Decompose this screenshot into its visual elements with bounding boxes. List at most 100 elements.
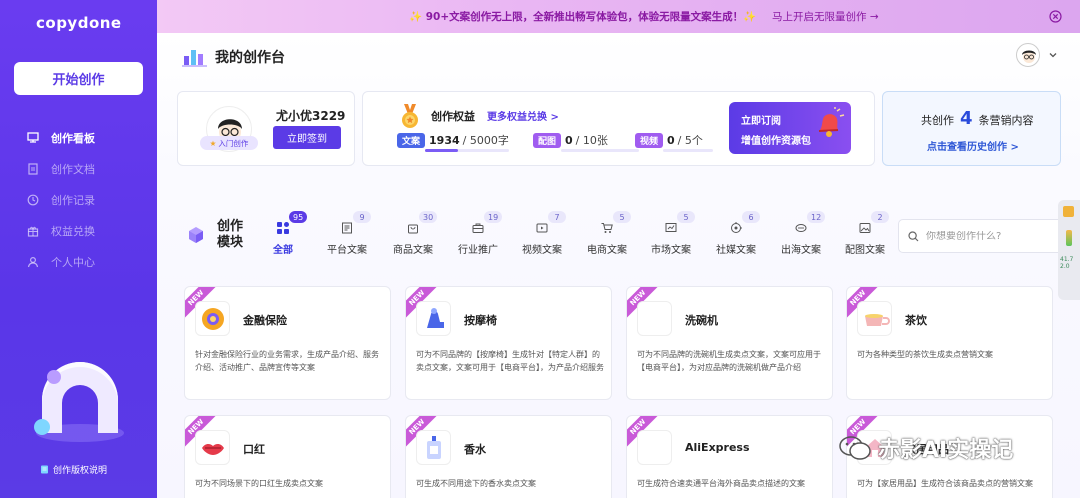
close-icon[interactable] (1049, 10, 1062, 23)
tab-label: 商品文案 (393, 245, 433, 256)
quota-image: 配图 0 / 10张 (533, 132, 639, 152)
history-summary: 共创作 4 条营销内容 (921, 108, 1034, 129)
template-card[interactable]: NEW 茶饮 可为各种类型的茶饮生成卖点营销文案 (846, 286, 1053, 400)
doc-icon (342, 222, 352, 234)
arch-illustration (34, 362, 124, 442)
subscribe-promo-button[interactable]: 立即订阅 增值创作资源包 (729, 102, 851, 154)
tab-label: 出海文案 (781, 245, 821, 256)
floating-monitor-widget[interactable]: 41.7 2.0 (1058, 200, 1080, 300)
history-prefix: 共创作 (921, 114, 954, 127)
quota-bar (663, 149, 713, 152)
avatar[interactable] (1016, 43, 1040, 67)
tab-label: 社媒文案 (716, 245, 756, 256)
card-title: 香水 (464, 443, 486, 456)
chevron-down-icon[interactable] (1048, 50, 1058, 60)
medal-icon (402, 104, 418, 128)
sidebar-item-dashboard[interactable]: 创作看板 (26, 122, 95, 153)
tab-count: 12 (807, 211, 826, 223)
tab-ecommerce[interactable]: 电商文案 5 (587, 211, 647, 261)
quota-bar (425, 149, 509, 152)
tab-count: 95 (289, 211, 308, 223)
tab-label: 全部 (273, 245, 293, 256)
tab-label: 电商文案 (587, 245, 627, 256)
copyright-link[interactable]: 创作版权说明 (40, 463, 107, 476)
sidebar-item-label: 个人中心 (51, 255, 95, 269)
module-title: 创作模块 (217, 219, 244, 250)
main-content: 我的创作台 ★ 入门创作 尤小优3229 立即签到 创作权益 更多权益兑换 > (157, 33, 1080, 498)
rights-card: 创作权益 更多权益兑换 > 文案 1934 / 5000字 配图 0 / 10张… (362, 91, 875, 166)
rights-more-link[interactable]: 更多权益兑换 > (487, 108, 559, 123)
sidebar-item-label: 权益兑换 (51, 224, 95, 238)
template-card[interactable]: NEW 洗碗机 可为不同品牌的洗碗机生成卖点文案，文案可应用于【电商平台】，为对… (626, 286, 833, 400)
quota-total: / 5000字 (462, 134, 509, 147)
start-create-button[interactable]: 开始创作 (14, 62, 143, 95)
tab-market[interactable]: 市场文案 5 (651, 211, 711, 261)
briefcase-icon (472, 223, 484, 233)
level-badge: ★ 入门创作 (200, 136, 258, 150)
watermark-text: 赤影AI实操记 (878, 438, 1014, 463)
sidebar-item-profile[interactable]: 个人中心 (26, 246, 95, 277)
level-badge-label: 入门创作 (218, 138, 249, 148)
tab-platform[interactable]: 平台文案 9 (327, 211, 387, 261)
tab-image[interactable]: 配图文案 2 (845, 211, 905, 261)
shield-icon (1063, 206, 1074, 217)
card-title: 金融保险 (243, 314, 287, 327)
template-card[interactable]: NEW AliExpress 可生成符合速卖通平台海外商品卖点描述的文案 (626, 415, 833, 498)
search-icon (908, 230, 919, 241)
quota-fill (425, 149, 458, 152)
user-menu[interactable] (1016, 43, 1058, 67)
quota-video: 视频 0 / 5个 (635, 132, 713, 152)
meter-icon (1066, 230, 1072, 246)
tab-product[interactable]: 商品文案 30 (393, 211, 453, 261)
tab-all[interactable]: 全部 95 (257, 211, 308, 261)
tab-overseas[interactable]: 出海文案 12 (781, 211, 841, 261)
aliexpress-icon (637, 430, 672, 465)
cube-icon (189, 227, 203, 243)
tab-industry[interactable]: 行业推广 19 (458, 211, 518, 261)
tab-label: 平台文案 (327, 245, 367, 256)
quota-used: 1934 (429, 133, 460, 147)
template-card[interactable]: NEW 金融保险 针对金融保险行业的业务需求，生成产品介绍、服务介绍、活动推广、… (184, 286, 391, 400)
tab-label: 配图文案 (845, 245, 885, 256)
finance-icon (195, 301, 230, 336)
page-header: 我的创作台 (181, 46, 285, 68)
user-card: ★ 入门创作 尤小优3229 立即签到 (177, 91, 355, 166)
history-card: 共创作 4 条营销内容 点击查看历史创作 > (882, 91, 1061, 166)
tab-count: 5 (613, 211, 631, 223)
sidebar-item-records[interactable]: 创作记录 (26, 184, 95, 215)
card-desc: 可生成符合速卖通平台海外商品卖点描述的文案 (637, 479, 805, 488)
chart-icon (665, 223, 677, 232)
tab-label: 市场文案 (651, 245, 691, 256)
tab-video[interactable]: 视频文案 7 (522, 211, 582, 261)
card-desc: 可生成不同用途下的香水卖点文案 (416, 479, 536, 488)
card-title: 茶饮 (905, 314, 927, 327)
tea-icon (857, 301, 892, 336)
template-card[interactable]: NEW 口红 可为不同场景下的口红生成卖点文案 (184, 415, 391, 498)
card-desc: 可为【家居用品】生成符合该商品卖点的营销文案 (857, 479, 1033, 488)
tab-social[interactable]: 社媒文案 6 (716, 211, 776, 261)
promo-banner: ✨ 90+文案创作无上限，全新推出畅写体验包，体验无限量文案生成！✨ 马上开启无… (157, 0, 1080, 33)
signin-button[interactable]: 立即签到 (273, 126, 341, 149)
tab-count: 30 (419, 211, 438, 223)
search-input[interactable] (926, 230, 1056, 242)
template-card[interactable]: NEW 香水 可生成不同用途下的香水卖点文案 (405, 415, 612, 498)
quota-total: / 10张 (575, 134, 608, 147)
wechat-icon (839, 436, 871, 460)
sidebar-item-rights[interactable]: 权益兑换 (26, 215, 95, 246)
copyright-doc-icon (40, 465, 49, 474)
promo-line2: 增值创作资源包 (741, 136, 811, 147)
dishwasher-icon (637, 301, 672, 336)
template-card[interactable]: NEW 按摩椅 可为不同品牌的【按摩椅】生成针对【特定人群】的卖点文案，文案可用… (405, 286, 612, 400)
search-box (898, 219, 1078, 253)
history-link[interactable]: 点击查看历史创作 > (927, 138, 1019, 153)
sidebar-item-label: 创作记录 (51, 193, 95, 207)
logo[interactable]: copydone (36, 14, 122, 32)
history-count: 4 (960, 108, 973, 129)
banner-link[interactable]: 马上开启无限量创作 → (772, 9, 879, 24)
quota-tag: 视频 (635, 132, 664, 148)
document-icon (26, 162, 39, 175)
username: 尤小优3229 (276, 109, 346, 123)
page-title: 我的创作台 (215, 50, 285, 66)
tab-label: 行业推广 (458, 245, 498, 256)
sidebar-item-documents[interactable]: 创作文档 (26, 153, 95, 184)
